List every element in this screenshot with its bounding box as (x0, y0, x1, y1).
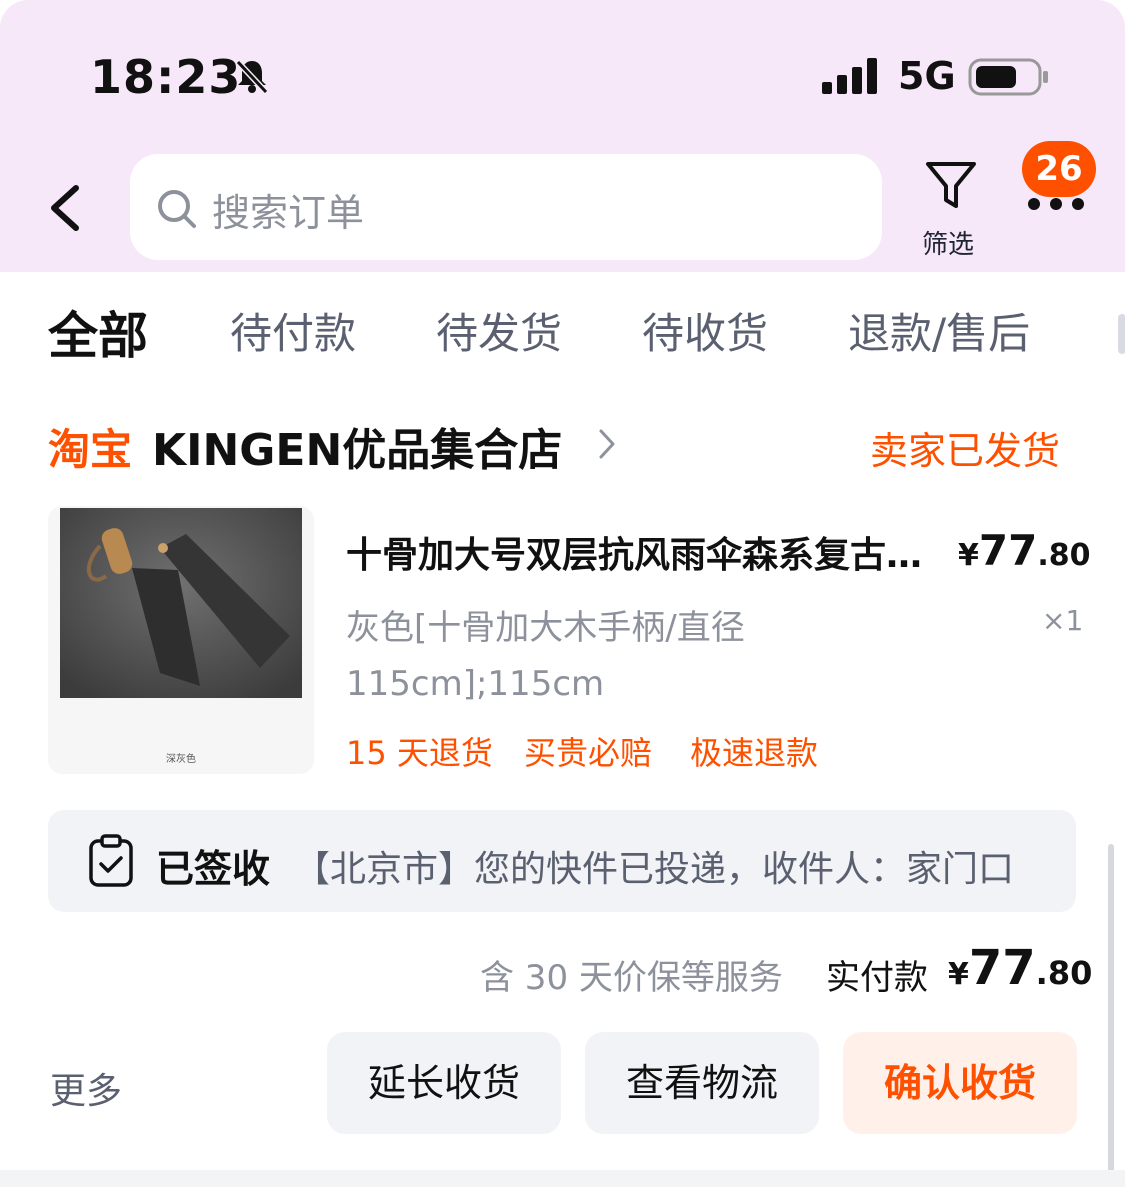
logistics-card[interactable]: 已签收 【北京市】您的快件已投递，收件人：家门口 (48, 810, 1076, 912)
taobao-logo: 淘宝 (48, 425, 133, 474)
price-currency: ¥ (958, 538, 979, 573)
notification-badge: 26 (1022, 141, 1096, 197)
filter-label: 筛选 (922, 230, 975, 260)
product-image[interactable]: 深灰色 (48, 506, 314, 774)
status-time: 18:23 (90, 50, 242, 104)
product-title[interactable]: 十骨加大号双层抗风雨伞森系复古复古 (346, 526, 930, 578)
more-actions-link[interactable]: 更多 (50, 1062, 122, 1114)
search-placeholder: 搜索订单 (212, 191, 365, 235)
filter-button[interactable]: 筛选 (914, 158, 986, 260)
tab-pending-shipment[interactable]: 待发货 (436, 300, 562, 361)
tab-refund-aftersale[interactable]: 退款/售后 (848, 300, 1030, 361)
logistics-status: 已签收 (156, 847, 271, 891)
paid-integer: 77 (968, 940, 1036, 996)
bell-off-icon (235, 59, 269, 95)
tab-all[interactable]: 全部 (48, 296, 148, 368)
signal-icon (822, 58, 877, 94)
chevron-right-icon[interactable] (596, 426, 618, 462)
shop-name[interactable]: KINGEN优品集合店 (152, 414, 562, 478)
price-integer: 77 (978, 526, 1038, 575)
sku-line-2: 115cm];115cm (346, 664, 605, 704)
paid-currency: ¥ (948, 957, 969, 992)
product-price: ¥77.80 (958, 526, 1090, 575)
more-options-icon[interactable] (1024, 194, 1088, 214)
paid-label: 实付款 (826, 958, 928, 998)
service-note: 含 30 天价保等服务 (480, 958, 783, 998)
promo-tag-price-guarantee: 买贵必赔 (524, 734, 653, 772)
tab-pending-receipt[interactable]: 待收货 (642, 300, 768, 361)
view-logistics-button[interactable]: 查看物流 (585, 1032, 819, 1134)
paid-decimal: .80 (1035, 954, 1093, 992)
list-divider (0, 1170, 1125, 1187)
product-image-caption: 深灰色 (166, 754, 196, 765)
network-type: 5G (898, 54, 956, 98)
promo-tag-return: 15 天退货 (346, 734, 493, 772)
order-tabs: 全部 待付款 待发货 待收货 退款/售后 (0, 300, 1125, 370)
tab-overflow-indicator (1118, 314, 1125, 354)
product-quantity: ×1 (1042, 604, 1084, 637)
logistics-detail: 【北京市】您的快件已投递，收件人：家门口 (294, 849, 1015, 890)
search-icon (158, 190, 196, 228)
search-input[interactable]: 搜索订单 (130, 154, 882, 260)
filter-icon (926, 162, 976, 208)
umbrella-photo (60, 508, 302, 698)
confirm-receipt-button[interactable]: 确认收货 (843, 1032, 1077, 1134)
battery-icon (968, 58, 1048, 96)
sku-line-1: 灰色[十骨加大木手柄/直径 (346, 608, 745, 648)
scrollbar[interactable] (1108, 844, 1114, 1187)
tab-pending-payment[interactable]: 待付款 (230, 300, 356, 361)
order-status: 卖家已发货 (870, 429, 1061, 473)
product-sku: 灰色[十骨加大木手柄/直径 115cm];115cm (346, 600, 866, 712)
paid-amount: ¥77.80 (948, 940, 1092, 996)
clipboard-check-icon (89, 834, 133, 887)
back-arrow-icon[interactable] (44, 180, 88, 236)
extend-receipt-button[interactable]: 延长收货 (327, 1032, 561, 1134)
price-decimal: .80 (1037, 538, 1091, 573)
promo-tag-fast-refund: 极速退款 (690, 734, 819, 772)
